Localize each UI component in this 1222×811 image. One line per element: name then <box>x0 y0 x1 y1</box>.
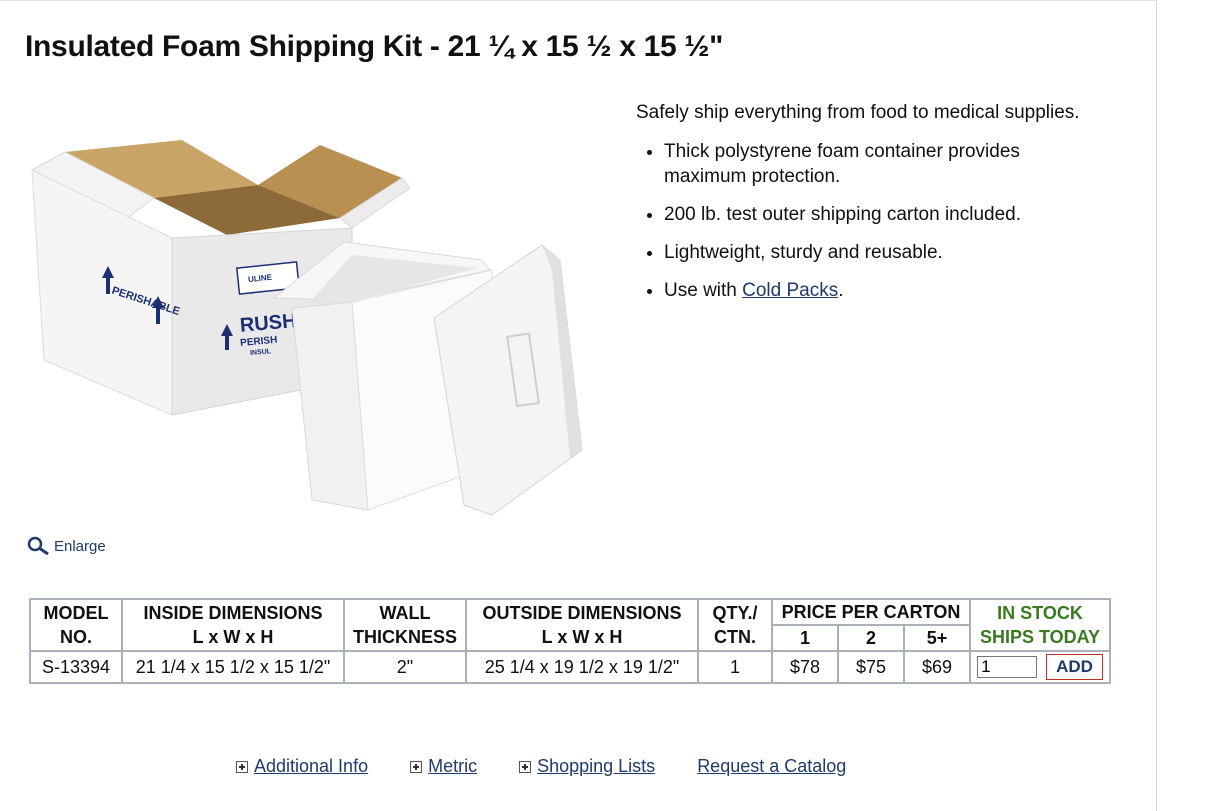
magnifier-icon <box>27 536 49 556</box>
additional-info-toggle[interactable]: Additional Info <box>236 756 368 777</box>
request-catalog-link[interactable]: Request a Catalog <box>697 756 846 777</box>
expand-plus-icon <box>519 760 532 773</box>
request-catalog-item[interactable]: Request a Catalog <box>697 756 846 777</box>
footer-links: Additional Info Metric Shopping Lists Re… <box>236 756 888 777</box>
page-title: Insulated Foam Shipping Kit - 21 ¼ x 15 … <box>25 30 724 63</box>
cell-add-to-cart: ADD <box>969 650 1111 684</box>
product-image[interactable]: PERISHABLE ULINE RUSH PERISH INSUL <box>22 130 607 530</box>
cell-inside-dimensions: 21 1/4 x 15 1/2 x 15 1/2" <box>121 650 345 684</box>
enlarge-link[interactable]: Enlarge <box>26 536 106 556</box>
use-with-prefix: Use with <box>664 280 743 301</box>
cell-price-1: $78 <box>771 650 839 684</box>
feature-item: Lightweight, sturdy and reusable. <box>664 240 1106 265</box>
quantity-input[interactable] <box>977 656 1038 678</box>
cell-qty-ctn: 1 <box>697 650 773 684</box>
header-price-tier-2: 2 <box>837 624 905 652</box>
enlarge-label: Enlarge <box>54 537 106 555</box>
header-stock-status: IN STOCK SHIPS TODAY <box>969 598 1111 652</box>
expand-plus-icon <box>236 760 248 773</box>
header-price-per-carton: PRICE PER CARTON <box>771 598 971 626</box>
feature-item: 200 lb. test outer shipping carton inclu… <box>664 202 1106 227</box>
cell-wall-thickness: 2" <box>343 650 467 684</box>
use-with-suffix: . <box>838 280 844 301</box>
shopping-lists-toggle[interactable]: Shopping Lists <box>519 756 655 777</box>
metric-link[interactable]: Metric <box>428 756 477 777</box>
cell-outside-dimensions: 25 1/4 x 19 1/2 x 19 1/2" <box>465 650 699 684</box>
product-description: Safely ship everything from food to medi… <box>636 100 1106 316</box>
feature-list: Thick polystyrene foam container provide… <box>636 139 1106 303</box>
spec-table: MODEL NO. INSIDE DIMENSIONS L x W x H WALL… <box>29 598 1111 684</box>
expand-plus-icon <box>410 760 423 773</box>
feature-item: Thick polystyrene foam container provide… <box>664 139 1106 189</box>
metric-toggle[interactable]: Metric <box>410 756 477 777</box>
description-intro: Safely ship everything from food to medi… <box>636 102 1080 123</box>
header-wall-thickness: WALL THICKNESS <box>343 598 467 652</box>
header-inside-dimensions: INSIDE DIMENSIONS L x W x H <box>121 598 345 652</box>
header-price-tier-3: 5+ <box>903 624 971 652</box>
feature-item: Use with Cold Packs. <box>664 278 1106 303</box>
cell-price-2: $75 <box>837 650 905 684</box>
header-qty-ctn: QTY./CTN. <box>697 598 773 652</box>
add-button[interactable]: ADD <box>1046 654 1103 680</box>
header-outside-dimensions: OUTSIDE DIMENSIONS L x W x H <box>465 598 699 652</box>
additional-info-link[interactable]: Additional Info <box>254 756 368 777</box>
cell-price-3: $69 <box>903 650 971 684</box>
shopping-lists-link[interactable]: Shopping Lists <box>537 756 655 777</box>
header-price-tier-1: 1 <box>771 624 839 652</box>
table-row: S-13394 21 1/4 x 15 1/2 x 15 1/2" 2" 25 … <box>29 650 1111 684</box>
cell-model: S-13394 <box>29 650 123 684</box>
header-model: MODEL NO. <box>29 598 123 652</box>
cold-packs-link[interactable]: Cold Packs <box>742 280 838 301</box>
